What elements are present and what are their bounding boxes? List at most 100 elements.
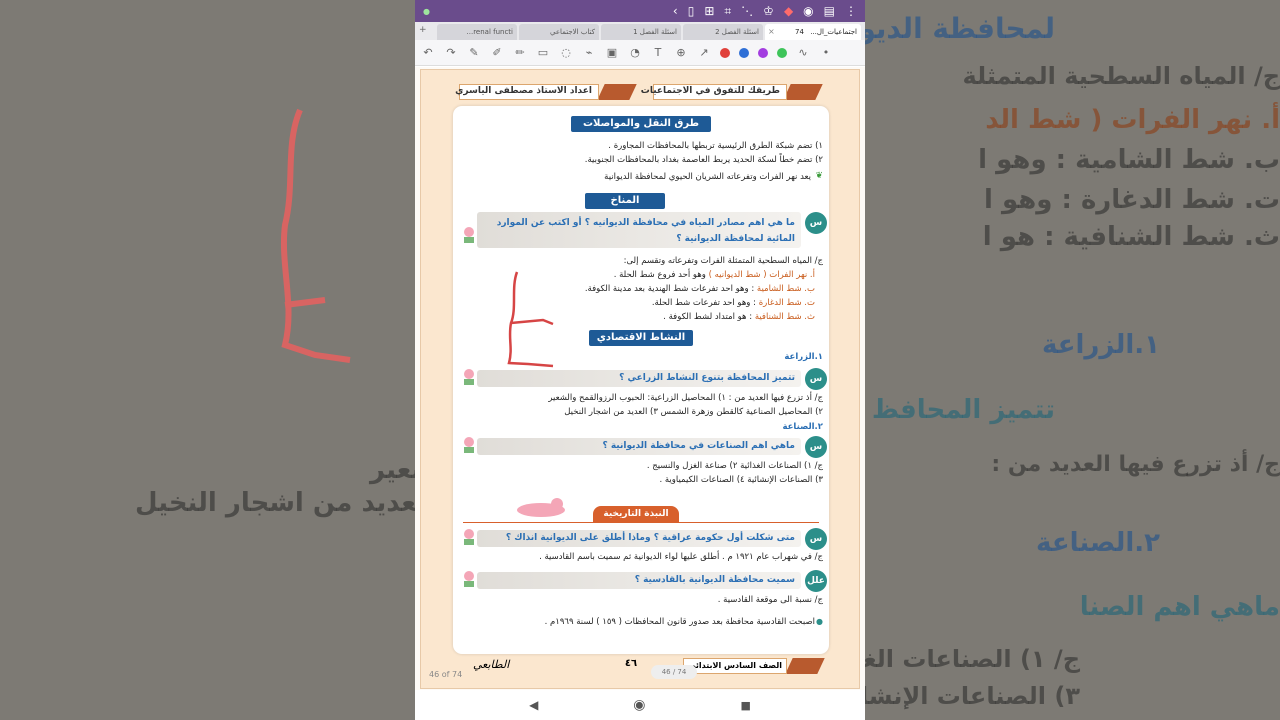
background-left: شعير ٣) العديد من اشجار النخيل <box>0 0 415 720</box>
tab-label: اجتماعيات_ال... <box>810 28 857 36</box>
worm-mascot-icon <box>517 498 565 517</box>
river-map-illustration <box>507 271 554 368</box>
section-title-economy: النشاط الاقتصادي <box>589 330 693 346</box>
annotation-toolbar: ↶ ↷ ✎ ✐ ✏ ▭ ◌ ⌁ ▣ ◔ T ⊕ ↗ ∿ • <box>415 40 865 66</box>
tab-2[interactable]: اسئلة الفصل 2 <box>683 24 763 40</box>
bg-text: ج/ أذ تزرع فيها العديد من : <box>991 452 1280 477</box>
image-icon[interactable]: ▣ <box>605 46 619 60</box>
content-card: طرق النقل والمواصلات ١) تضم شبكة الطرق ا… <box>453 106 829 654</box>
shirt-icon[interactable]: ♔ <box>763 4 774 18</box>
question-badge: س <box>805 528 827 550</box>
back-icon[interactable]: ‹ <box>673 4 678 18</box>
highlighter-icon[interactable]: ✏ <box>513 46 527 60</box>
history-divider <box>463 522 819 523</box>
color-blue-swatch[interactable] <box>739 47 749 58</box>
climate-item-b: ب. شط الشامية : وهو احد تفرعات شط الهندي… <box>585 284 815 294</box>
eraser-icon[interactable]: ▭ <box>536 46 550 60</box>
page-counter: 46 of 74 <box>429 670 463 679</box>
item-text: : وهو احد تفرعات شط الهندية بعد مدينة ال… <box>584 284 757 294</box>
industry-question: ماهي اهم الصناعات في محافظة الديوانية ؟ … <box>461 436 827 458</box>
more-icon[interactable]: ⋮ <box>845 4 857 18</box>
android-nav-bar: ◀ ◉ ■ <box>415 690 865 720</box>
tab-label: اسئلة الفصل 1 <box>633 28 677 36</box>
document-icon[interactable]: ▤ <box>824 4 835 18</box>
transport-line-2: ٢) تضم خطاً لسكة الحديد يربط العاصمة بغد… <box>584 155 823 165</box>
redo-icon[interactable]: ↷ <box>444 46 458 60</box>
agriculture-question-text: تتميز المحافظة بتنوع النشاط الزراعي ؟ <box>477 370 801 387</box>
pen-icon[interactable]: ✎ <box>467 46 481 60</box>
tab-5[interactable]: renal functi... <box>437 24 517 40</box>
marker-icon[interactable]: ✐ <box>490 46 504 60</box>
phone-screen: ● ‹ ▯ ⊞ ⌗ ⋱ ♔ ◆ ◉ ▤ ⋮ + renal functi... … <box>415 0 865 720</box>
agriculture-answer-2: ٢) المحاصيل الصناعية كالقطن وزهرة الشمس … <box>564 407 823 417</box>
footer-grade: الصف السادس الابتدائي <box>683 658 787 674</box>
document-page: طريقك للتفوق في الاجتماعيات اعداد الاستا… <box>420 69 860 689</box>
header-left-label: اعداد الاستاذ مصطفى الياسري <box>455 84 599 100</box>
lasso-icon[interactable]: ◌ <box>559 46 573 60</box>
undo-icon[interactable]: ↶ <box>421 46 435 60</box>
color-green-swatch[interactable] <box>777 47 787 58</box>
color-purple-swatch[interactable] <box>758 47 768 58</box>
map-outline <box>280 108 351 363</box>
thickness-icon[interactable]: • <box>819 46 833 60</box>
history-answer-1: ج/ في شهراب عام ١٩٢١ م . أطلق عليها لواء… <box>539 552 823 562</box>
tab-4[interactable]: كتاب الاجتماعي <box>519 24 599 40</box>
add-tab-icon[interactable]: + <box>419 25 427 35</box>
tab-bar: + renal functi... كتاب الاجتماعي اسئلة ا… <box>415 22 865 40</box>
pointer-icon[interactable]: ↗ <box>697 46 711 60</box>
climate-item-a: أ. نهر الفرات ( شط الديوانيه ) وهو أحد ف… <box>614 270 815 280</box>
question-badge: س <box>805 368 827 390</box>
climate-question: ما هي اهم مصادر المياه في محافظة الديوان… <box>461 212 827 250</box>
nav-back-icon[interactable]: ◀ <box>529 698 538 712</box>
document-viewer[interactable]: طريقك للتفوق في الاجتماعيات اعداد الاستا… <box>415 67 865 690</box>
nav-home-icon[interactable]: ◉ <box>633 697 645 713</box>
brush-icon[interactable]: ⌁ <box>582 46 596 60</box>
industry-question-text: ماهي اهم الصناعات في محافظة الديوانية ؟ <box>477 438 801 455</box>
color-red-swatch[interactable] <box>720 47 730 58</box>
history-question-2: سميت محافظة الديوانية بالقادسية ؟ علل <box>461 570 827 592</box>
industry-heading: ٢.الصناعة <box>782 422 823 432</box>
app-topbar: ● ‹ ▯ ⊞ ⌗ ⋱ ♔ ◆ ◉ ▤ ⋮ <box>415 0 865 22</box>
bg-text: ت. شط الدغارة : وهو ا <box>983 185 1280 215</box>
item-label: أ. نهر الفرات ( شط الديوانيه ) <box>708 270 815 280</box>
eye-icon[interactable]: ◉ <box>803 4 813 18</box>
tab-3[interactable]: اسئلة الفصل 1 <box>601 24 681 40</box>
bg-text: ٣) الصناعات الإنشائية <box>865 682 1080 710</box>
page-scroll-indicator[interactable]: 46 / 74 <box>651 665 697 679</box>
section-title-climate: المناخ <box>585 193 665 209</box>
item-text: : وهو احد تفرعات شط الحلة. <box>651 298 759 308</box>
shapes-icon[interactable]: ◔ <box>628 46 642 60</box>
transport-line-1: ١) تضم شبكة الطرق الرئيسية تربطها بالمحا… <box>608 141 823 151</box>
leaf-icon: ❦ <box>815 171 823 181</box>
climate-item-d: ث. شط الشنافية : هو امتداد لشط الكوفة . <box>663 312 815 322</box>
text-icon[interactable]: T <box>651 46 665 60</box>
share-icon[interactable]: ⋱ <box>741 4 753 18</box>
add-icon[interactable]: ⊞ <box>704 4 714 18</box>
reason-badge: علل <box>805 570 827 592</box>
flower-icon <box>464 369 474 385</box>
flower-icon <box>464 227 474 243</box>
bg-text: ب. شط الشامية : وهو ا <box>978 145 1280 175</box>
crop-icon[interactable]: ⌗ <box>724 4 731 19</box>
zoom-icon[interactable]: ⊕ <box>674 46 688 60</box>
page-number: ٤٦ <box>624 658 638 669</box>
nav-recents-icon[interactable]: ■ <box>741 699 751 712</box>
section-title-transport: طرق النقل والمواصلات <box>571 116 711 132</box>
bg-text: ٢.الصناعة <box>1036 528 1160 558</box>
bg-text: شعير <box>370 455 415 485</box>
bg-text: ١.الزراعة <box>1041 330 1160 360</box>
bullet-icon: ● <box>816 617 823 626</box>
bookmark-red-icon[interactable]: ◆ <box>784 4 793 18</box>
close-tab-icon[interactable]: × <box>768 27 775 36</box>
question-badge: س <box>805 436 827 458</box>
tab-1[interactable]: × اجتماعيات_ال... 74 <box>765 24 861 40</box>
stroke-style-icon[interactable]: ∿ <box>796 46 810 60</box>
bg-text: ج/ المياه السطحية المتمثلة <box>962 62 1280 90</box>
transport-line-3: يعد نهر الفرات وتفرعاته الشريان الحيوي ل… <box>604 172 811 182</box>
bg-text: تتميز المحافظ <box>871 395 1055 425</box>
item-label: ب. شط الشامية <box>756 284 815 294</box>
item-text: : هو امتداد لشط الكوفة . <box>663 312 755 322</box>
section-title-history: النبذة التاريخية <box>593 506 679 522</box>
industry-answer-1: ج/ ١) الصناعات الغذائية ٢) صناعة الغزل و… <box>646 461 823 471</box>
bookmark-icon[interactable]: ▯ <box>688 4 695 18</box>
